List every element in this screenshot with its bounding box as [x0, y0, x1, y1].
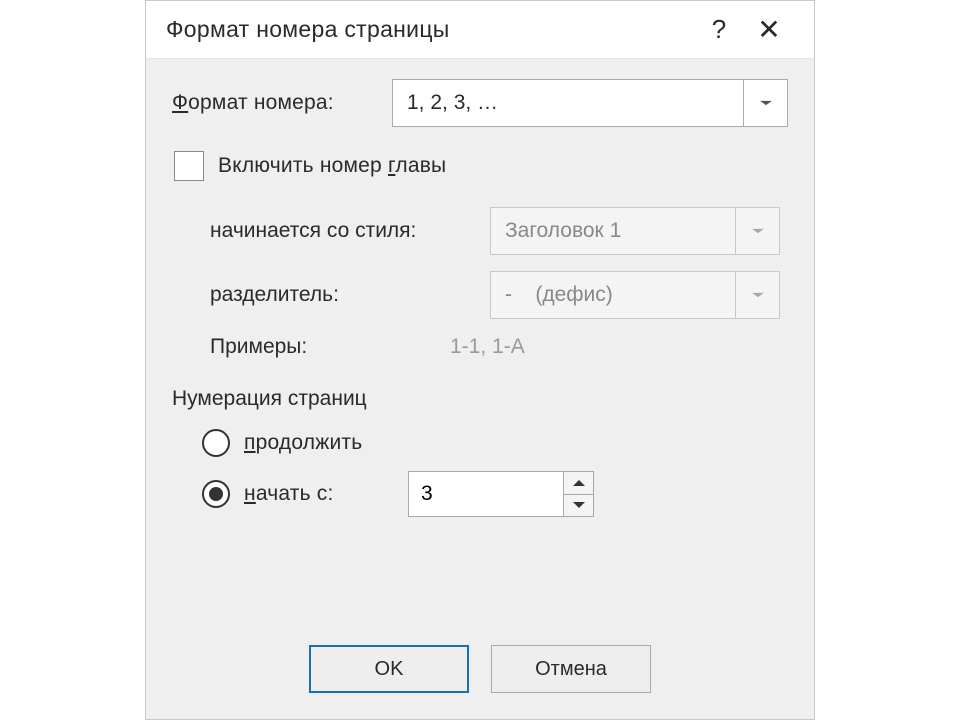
help-icon: ? [712, 14, 726, 45]
close-button[interactable]: ✕ [744, 1, 794, 59]
arrow-up-icon [573, 480, 585, 486]
separator-select: - (дефис) [490, 271, 780, 319]
cancel-button[interactable]: Отмена [491, 645, 651, 693]
dialog-body: Формат номера: 1, 2, 3, … Включить номер… [146, 59, 814, 635]
titlebar: Формат номера страницы ? ✕ [146, 1, 814, 59]
continue-label-accel: п [244, 431, 256, 454]
number-format-dropdown-button[interactable] [743, 80, 787, 126]
continue-label: продолжить [244, 431, 362, 455]
dialog-title: Формат номера страницы [166, 16, 694, 43]
chapter-style-label: начинается со стиля: [210, 219, 490, 243]
chapter-options: начинается со стиля: Заголовок 1 раздели… [172, 207, 788, 359]
arrow-down-icon [573, 502, 585, 508]
separator-label: разделитель: [210, 283, 490, 307]
separator-dropdown-button [735, 272, 779, 318]
number-format-label: Формат номера: [172, 91, 392, 115]
start-at-label: начать с: [244, 482, 364, 506]
ok-button[interactable]: OK [309, 645, 469, 693]
number-format-row: Формат номера: 1, 2, 3, … [172, 79, 788, 127]
continue-radio[interactable] [202, 429, 230, 457]
examples-label: Примеры: [210, 335, 450, 359]
start-at-radio-row: начать с: 3 [172, 471, 788, 517]
include-chapter-label-pre: Включить номер [218, 154, 388, 177]
spinner-up-button[interactable] [564, 472, 593, 495]
chapter-style-value: Заголовок 1 [505, 219, 621, 243]
include-chapter-label: Включить номер главы [218, 154, 446, 178]
spinner-down-button[interactable] [564, 495, 593, 517]
chapter-style-dropdown-button [735, 208, 779, 254]
numbering-section-label: Нумерация страниц [172, 387, 788, 411]
dialog-footer: OK Отмена [146, 635, 814, 719]
separator-row: разделитель: - (дефис) [210, 271, 788, 319]
examples-row: Примеры: 1-1, 1-A [210, 335, 788, 359]
page-number-format-dialog: Формат номера страницы ? ✕ Формат номера… [145, 0, 815, 720]
include-chapter-checkbox[interactable] [174, 151, 204, 181]
chevron-down-icon [752, 229, 764, 233]
help-button[interactable]: ? [694, 1, 744, 59]
continue-label-text: родолжить [256, 431, 363, 454]
chapter-style-row: начинается со стиля: Заголовок 1 [210, 207, 788, 255]
chevron-down-icon [760, 101, 772, 105]
spinner-buttons [563, 472, 593, 516]
start-at-value[interactable]: 3 [409, 472, 563, 516]
continue-radio-row: продолжить [172, 429, 788, 457]
chapter-style-select: Заголовок 1 [490, 207, 780, 255]
include-chapter-row: Включить номер главы [172, 151, 788, 181]
number-format-value: 1, 2, 3, … [407, 91, 498, 115]
examples-value: 1-1, 1-A [450, 335, 525, 359]
start-at-label-accel: н [244, 482, 256, 505]
number-format-label-text: ормат номера: [188, 91, 334, 114]
include-chapter-label-post: лавы [395, 154, 446, 177]
start-at-spinner[interactable]: 3 [408, 471, 594, 517]
number-format-select[interactable]: 1, 2, 3, … [392, 79, 788, 127]
number-format-label-accel: Ф [172, 91, 188, 114]
separator-value: - (дефис) [505, 283, 613, 307]
close-icon: ✕ [757, 13, 780, 46]
start-at-label-text: ачать с: [256, 482, 334, 505]
chevron-down-icon [752, 293, 764, 297]
start-at-radio[interactable] [202, 480, 230, 508]
